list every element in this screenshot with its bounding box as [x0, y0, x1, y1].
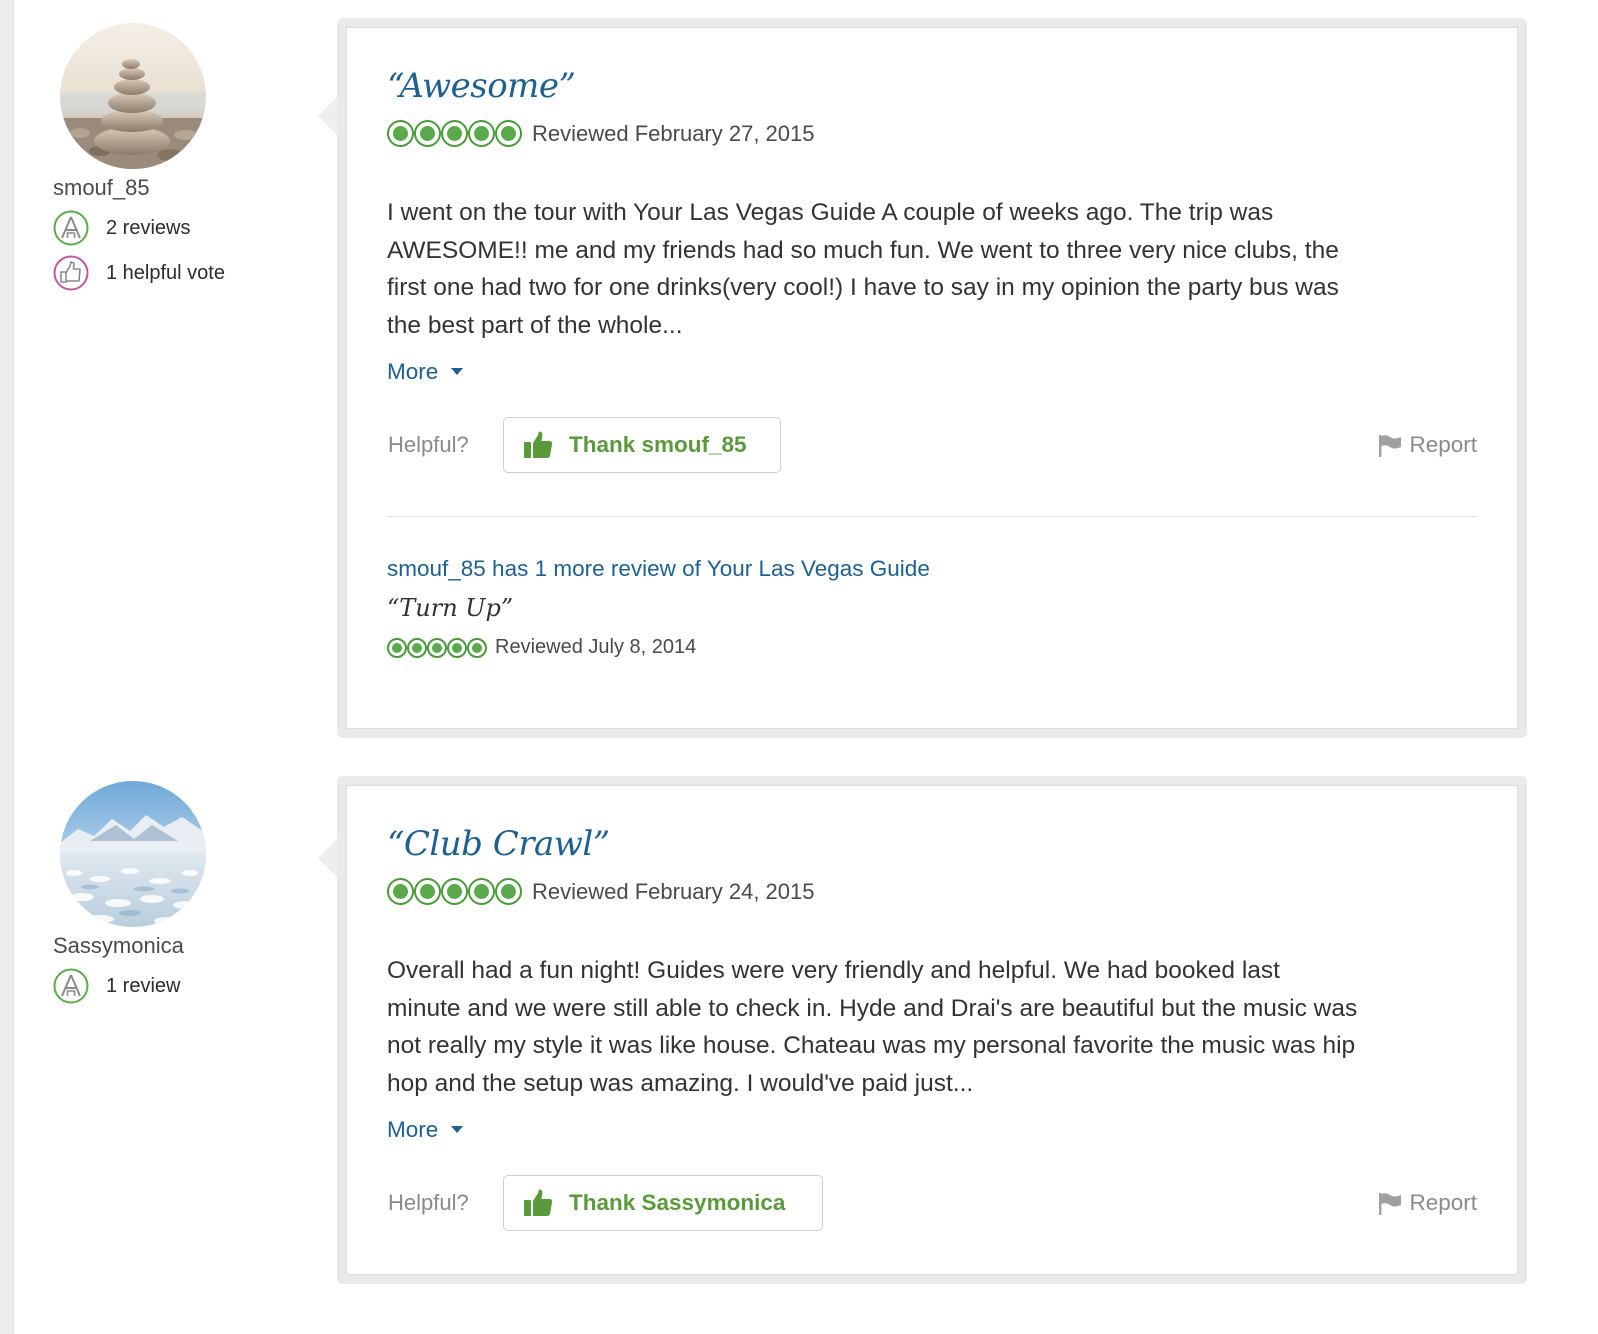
caret-down-icon — [451, 367, 464, 375]
review-item: Sassymonica 1 review “Club Crawl” Review… — [0, 776, 1598, 1286]
review-body-line: the best part of the whole... — [387, 311, 683, 339]
reviews-count-badge: 1 review — [53, 968, 180, 1004]
review-body-line: I went on the tour with Your Las Vegas G… — [387, 199, 1274, 226]
avatar-glacier-image — [60, 781, 206, 927]
rating-bubble-icon — [387, 637, 407, 658]
review-body: I went on the tour with Your Las Vegas G… — [387, 194, 1487, 344]
helpful-vote-badge-icon — [53, 255, 89, 291]
report-link[interactable]: Report — [1377, 1190, 1477, 1216]
review-item: smouf_85 2 reviews 1 helpful vote “Aweso… — [0, 18, 1598, 738]
more-link[interactable]: More — [387, 1117, 464, 1143]
rating-bubbles — [387, 878, 522, 905]
rating-bubble-icon — [441, 878, 468, 905]
other-review-date: Reviewed July 8, 2014 — [495, 636, 697, 658]
helpful-votes-text: 1 helpful vote — [106, 261, 225, 284]
avatar[interactable] — [60, 781, 206, 927]
review-body-line: first one had two for one drinks(very co… — [387, 274, 1339, 301]
username[interactable]: smouf_85 — [53, 175, 150, 201]
reviewer-badge-icon — [53, 210, 89, 246]
avatar-stacked-stones-image — [60, 23, 206, 169]
rating-bubble-icon — [468, 120, 495, 147]
report-label: Report — [1409, 432, 1477, 457]
rating-bubble-icon — [387, 878, 414, 905]
flag-icon — [1379, 435, 1402, 457]
rating-bubble-icon — [407, 637, 427, 658]
review-card-frame: “Club Crawl” Reviewed February 24, 2015 … — [337, 776, 1527, 1284]
review-title[interactable]: “Club Crawl” — [387, 824, 610, 864]
rating-bubble-icon — [495, 120, 522, 147]
review-body-line: hop and the setup was amazing. I would'v… — [387, 1069, 974, 1097]
review-date: Reviewed February 27, 2015 — [532, 120, 815, 146]
more-label: More — [387, 359, 439, 384]
review-body: Overall had a fun night! Guides were ver… — [387, 952, 1487, 1102]
review-card-frame: “Awesome” Reviewed February 27, 2015 I w… — [337, 18, 1527, 738]
reviewer-badge-icon — [53, 968, 89, 1004]
rating-bubble-icon — [447, 637, 467, 658]
rating-bubble-icon — [414, 120, 441, 147]
review-rating-row: Reviewed February 24, 2015 — [387, 878, 815, 905]
thank-label: Thank Sassymonica — [569, 1190, 786, 1215]
reviews-count-text: 2 reviews — [106, 216, 191, 239]
other-review-rating-row: Reviewed July 8, 2014 — [387, 636, 696, 659]
rating-bubble-icon — [427, 637, 447, 658]
rating-bubble-icon — [441, 120, 468, 147]
report-link[interactable]: Report — [1377, 432, 1477, 458]
thank-button[interactable]: Thank smouf_85 — [503, 417, 781, 473]
caret-down-icon — [451, 1125, 464, 1133]
thank-label: Thank smouf_85 — [569, 432, 747, 457]
more-reviews-link[interactable]: smouf_85 has 1 more review of Your Las V… — [387, 556, 930, 582]
review-body-line: AWESOME!! me and my friends had so much … — [387, 236, 1339, 264]
avatar[interactable] — [60, 23, 206, 169]
review-body-line: minute and we were still able to check i… — [387, 994, 1358, 1022]
review-body-line: not really my style it was like house. C… — [387, 1032, 1356, 1059]
review-title[interactable]: “Awesome” — [387, 66, 576, 106]
thumbs-up-icon — [524, 1189, 553, 1216]
report-label: Report — [1409, 1190, 1477, 1215]
reviews-count-text: 1 review — [106, 974, 181, 997]
username[interactable]: Sassymonica — [53, 933, 184, 959]
divider — [387, 516, 1477, 517]
review-card: “Awesome” Reviewed February 27, 2015 I w… — [346, 27, 1518, 729]
helpful-label: Helpful? — [388, 1190, 469, 1215]
helpful-votes-badge: 1 helpful vote — [53, 255, 225, 291]
more-label: More — [387, 1117, 439, 1142]
more-link[interactable]: More — [387, 359, 464, 385]
rating-bubble-icon — [495, 878, 522, 905]
other-review-title[interactable]: “Turn Up” — [387, 594, 513, 622]
helpful-label: Helpful? — [388, 432, 469, 457]
rating-bubbles — [387, 637, 487, 658]
reviews-count-badge: 2 reviews — [53, 210, 190, 246]
thumbs-up-icon — [524, 431, 553, 458]
flag-icon — [1379, 1193, 1402, 1215]
rating-bubble-icon — [387, 120, 414, 147]
rating-bubble-icon — [414, 878, 441, 905]
rating-bubble-icon — [467, 637, 487, 658]
rating-bubbles — [387, 120, 522, 147]
rating-bubble-icon — [468, 878, 495, 905]
review-date: Reviewed February 24, 2015 — [532, 878, 815, 904]
review-rating-row: Reviewed February 27, 2015 — [387, 120, 815, 147]
thank-button[interactable]: Thank Sassymonica — [503, 1175, 823, 1231]
review-card: “Club Crawl” Reviewed February 24, 2015 … — [346, 785, 1518, 1275]
review-body-line: Overall had a fun night! Guides were ver… — [387, 957, 1280, 984]
